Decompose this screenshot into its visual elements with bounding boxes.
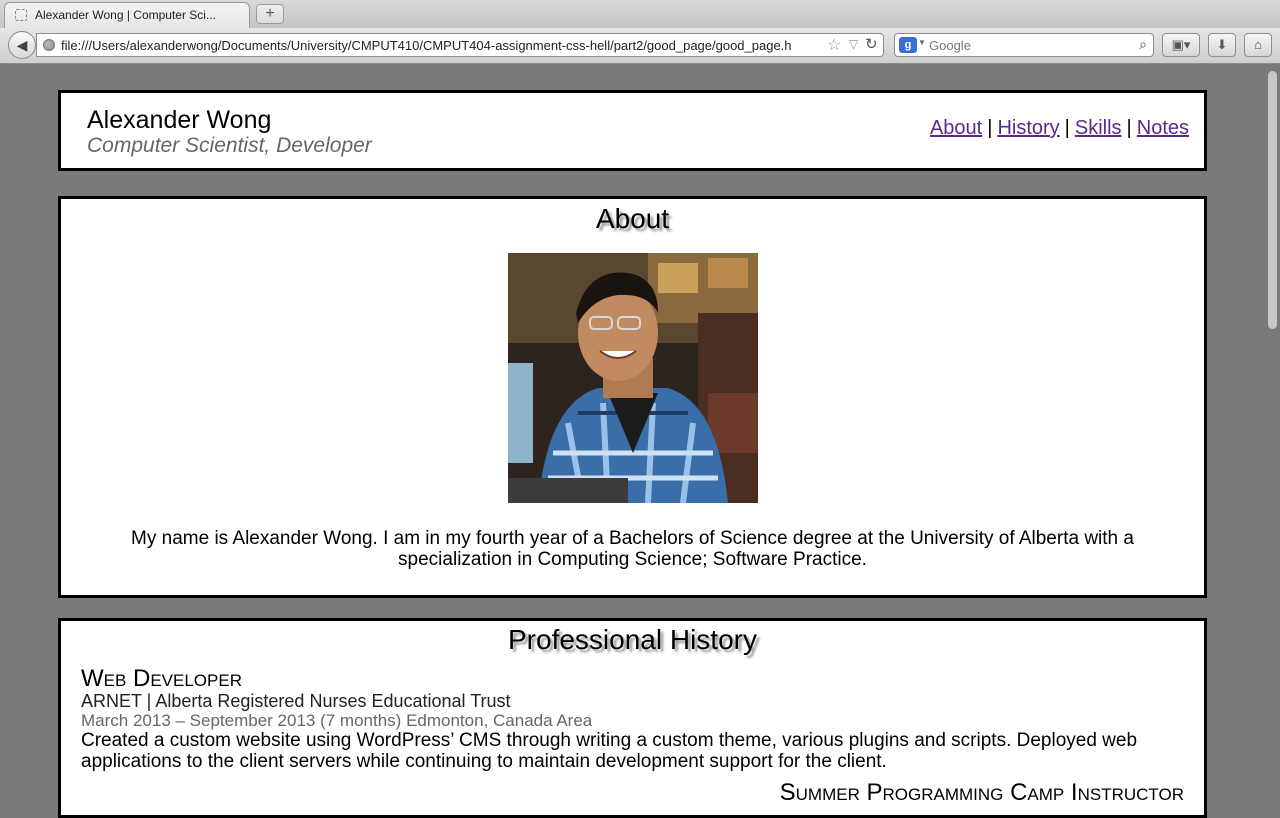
job-description: Created a custom website using WordPress… (81, 730, 1138, 772)
about-section: About My name is Alexander Wong. I am in… (58, 196, 1207, 598)
profile-photo (508, 253, 758, 503)
history-dropdown-icon[interactable]: ▽ (849, 37, 858, 51)
home-button[interactable]: ⌂ (1244, 33, 1272, 57)
job-title: Summer Programming Camp Instructor (779, 779, 1184, 806)
nav-link-skills[interactable]: Skills (1075, 117, 1122, 139)
downloads-button[interactable]: ⬇ (1208, 33, 1236, 57)
url-text[interactable]: file:///Users/alexanderwong/Documents/Un… (61, 38, 821, 53)
job-dates: March 2013 – September 2013 (7 months) E… (81, 711, 593, 730)
nav-separator: | (987, 117, 993, 139)
nav-separator: | (1126, 117, 1132, 139)
back-button[interactable]: ◀ (8, 31, 36, 59)
nav-link-notes[interactable]: Notes (1137, 117, 1189, 139)
back-arrow-icon: ◀ (16, 37, 28, 53)
search-bar[interactable]: g ▼ Google ⌕ (894, 33, 1154, 57)
bookmarks-icon: ▣▾ (1171, 37, 1191, 52)
bookmark-star-icon[interactable]: ☆ (827, 35, 841, 55)
site-name: Alexander Wong (87, 106, 272, 134)
main-nav: About | History | Skills | Notes (930, 117, 1189, 140)
download-arrow-icon: ⬇ (1216, 37, 1228, 52)
reload-icon[interactable]: ↻ (865, 35, 878, 53)
nav-link-history[interactable]: History (997, 117, 1059, 139)
search-icon[interactable]: ⌕ (1139, 36, 1147, 53)
page-icon (15, 9, 27, 21)
about-heading: About (595, 203, 670, 234)
tab-strip: Alexander Wong | Computer Sci... + (0, 0, 1280, 28)
page-scrollbar[interactable] (1265, 65, 1280, 800)
nav-separator: | (1064, 117, 1070, 139)
google-search-engine-icon[interactable]: g (899, 37, 917, 53)
engine-dropdown-icon[interactable]: ▼ (918, 38, 926, 47)
navigation-toolbar: ◀ file:///Users/alexanderwong/Documents/… (0, 28, 1280, 64)
search-input[interactable]: Google (929, 38, 971, 53)
tab-title: Alexander Wong | Computer Sci... (35, 8, 216, 22)
history-heading: Professional History (508, 624, 757, 655)
site-tagline: Computer Scientist, Developer (87, 134, 372, 157)
profile-photo-image (508, 253, 758, 503)
nav-link-about[interactable]: About (930, 117, 982, 139)
browser-tab[interactable]: Alexander Wong | Computer Sci... (4, 2, 250, 28)
globe-icon (43, 39, 55, 51)
address-bar[interactable]: file:///Users/alexanderwong/Documents/Un… (36, 33, 884, 57)
scrollbar-thumb[interactable] (1268, 71, 1277, 329)
history-section: Professional History Web Developer ARNET… (58, 618, 1207, 818)
new-tab-button[interactable]: + (256, 4, 284, 24)
job-organization: ARNET | Alberta Registered Nurses Educat… (81, 691, 511, 711)
site-header: Alexander Wong Computer Scientist, Devel… (58, 90, 1207, 171)
home-icon: ⌂ (1254, 37, 1262, 52)
bookmarks-button[interactable]: ▣▾ (1162, 33, 1200, 57)
job-title: Web Developer (81, 665, 242, 692)
about-paragraph: My name is Alexander Wong. I am in my fo… (131, 528, 1134, 570)
